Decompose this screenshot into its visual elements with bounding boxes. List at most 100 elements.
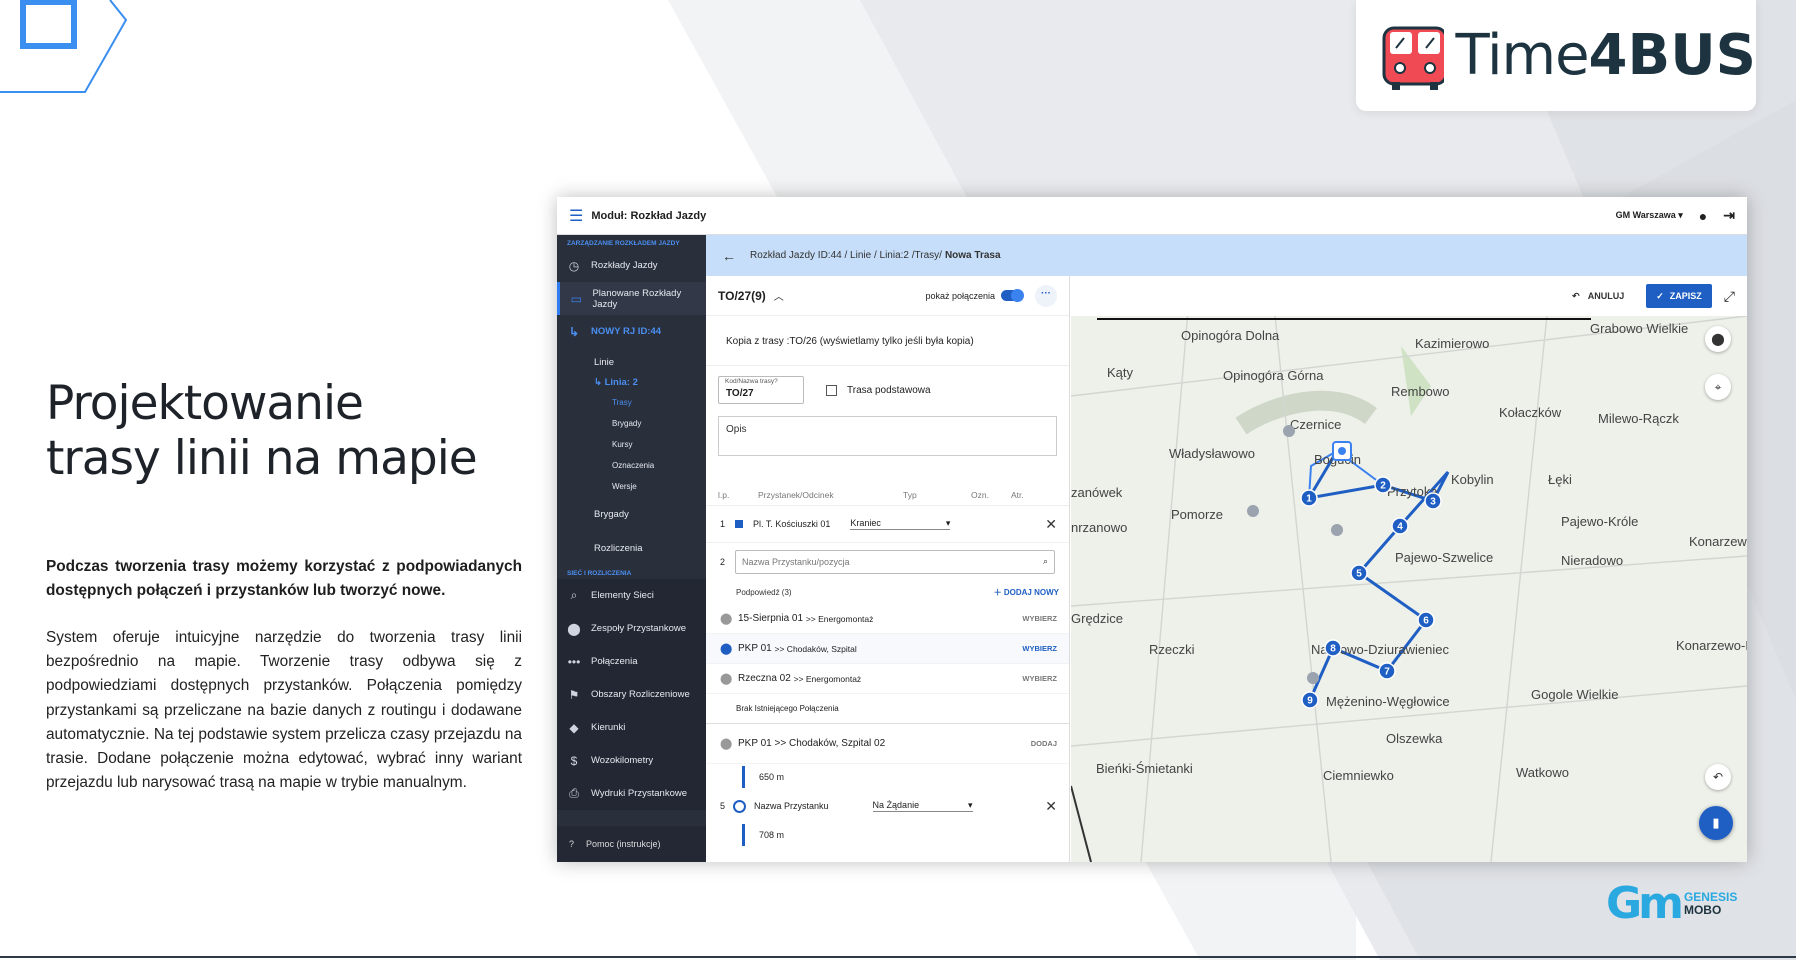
sidebar-item-label: NOWY RJ ID:44	[591, 326, 662, 337]
account-icon[interactable]: ●	[1699, 208, 1707, 224]
map-place-label: nrzanowo	[1071, 520, 1127, 535]
logout-icon[interactable]: ⇥	[1723, 207, 1735, 224]
map-place-label: Opinogóra Górna	[1223, 368, 1324, 383]
undo-button[interactable]: ↶	[1705, 764, 1731, 790]
route-stop-number: 2	[1380, 481, 1386, 492]
map-canvas[interactable]: Opinogóra Dolna Kazimierowo Grabowo Wielki…	[1071, 276, 1747, 862]
menu-icon[interactable]: ☰	[569, 206, 583, 226]
basic-route-checkbox[interactable]	[826, 384, 837, 396]
map-place-label: Olszewka	[1386, 731, 1443, 746]
row-number: 1	[720, 519, 726, 529]
close-icon[interactable]: ✕	[1045, 798, 1057, 815]
suggestion-item[interactable]: ⬤ PKP 01 >> Chodaków, Szpital 02 DODAJ	[706, 724, 1069, 764]
sidebar-item-brygady[interactable]: Brygady	[557, 497, 706, 531]
sidebar-item-rozklady[interactable]: ◷ Rozkłady Jazdy	[557, 249, 706, 282]
sidebar-item-linie[interactable]: Linie	[557, 352, 706, 372]
focus-button[interactable]: ⌖	[1705, 374, 1731, 400]
map-place-label: Opinogóra Dolna	[1181, 328, 1280, 343]
map-place-label: Milewo-Rączk	[1598, 411, 1679, 426]
add-button[interactable]: DODAJ	[1031, 739, 1057, 748]
sidebar-item-planowane[interactable]: ▭ Planowane Rozkłady Jazdy	[557, 282, 706, 315]
stop-type-select[interactable]: Na Żądanie ▾	[872, 800, 973, 812]
description-field[interactable]: Opis	[718, 416, 1057, 456]
stop-type-value: Kraniec	[850, 518, 881, 528]
expand-icon[interactable]: ⤢	[1724, 288, 1735, 305]
suggestion-stop: 15-Sierpnia 01	[738, 613, 804, 624]
map-place-label: Mężenino-Węgłowice	[1326, 694, 1450, 709]
chevron-down-icon: ▾	[968, 800, 973, 810]
chevron-up-icon[interactable]: ︿	[774, 288, 784, 303]
sidebar-item-kierunki[interactable]: ◆ Kierunki	[557, 711, 706, 744]
sidebar-item-nowy[interactable]: ↳ NOWY RJ ID:44	[557, 315, 706, 348]
module-title: Moduł: Rozkład Jazdy	[591, 209, 707, 222]
show-connections-toggle[interactable]	[1001, 289, 1024, 302]
sidebar-item-obszary[interactable]: ⚑ Obszary Rozliczeniowe	[557, 678, 706, 711]
map-place-label: Pomorze	[1171, 507, 1223, 522]
page-title: Projektowanie trasy linii na mapie	[46, 376, 486, 486]
app-screenshot: ☰ Moduł: Rozkład Jazdy GM Warszawa ▾ ● ⇥…	[557, 197, 1747, 862]
sidebar-item-rozliczenia[interactable]: Rozliczenia	[557, 531, 706, 565]
map-layers-button[interactable]: ▮	[1699, 806, 1733, 840]
show-connections-label: pokaż połączenia	[925, 290, 995, 301]
sidebar-item-kursy[interactable]: Kursy	[557, 434, 706, 455]
route-code-field[interactable]: Kod/Nazwa trasy? TO/27	[718, 376, 804, 404]
sidebar-item-oznaczenia[interactable]: Oznaczenia	[557, 455, 706, 476]
sidebar-item-linia2[interactable]: ↳ Linia: 2	[557, 372, 706, 392]
more-icon[interactable]: ···	[1035, 284, 1057, 307]
map-place-label: Kazimierowo	[1415, 336, 1489, 351]
sidebar-item-label: Obszary Rozliczeniowe	[591, 689, 690, 700]
choose-button[interactable]: WYBIERZ	[1022, 614, 1057, 623]
suggestion-item[interactable]: ⬤ 15-Sierpnia 01 >> Energomontaż WYBIERZ	[706, 604, 1069, 634]
table-row: 2 Nazwa Przystanku/pozycja ⌕	[706, 543, 1069, 580]
suggestion-item[interactable]: ⬤ PKP 01 >> Chodaków, Szpital WYBIERZ	[706, 634, 1069, 664]
segment-distance: 650 m	[706, 764, 1069, 790]
sidebar-item-wozokilometry[interactable]: $ Wozokilometry	[557, 744, 706, 777]
sidebar-item-wydruki[interactable]: ⎙ Wydruki Przystankowe	[557, 777, 706, 810]
suggestion-item[interactable]: ⬤ Rzeczna 02 >> Energomontaż WYBIERZ	[706, 664, 1069, 694]
stop-type-select[interactable]: Kraniec ▾	[850, 518, 951, 530]
map-place-label: Rzeczki	[1149, 642, 1195, 657]
stop-search-input[interactable]: Nazwa Przystanku/pozycja ⌕	[735, 549, 1056, 574]
map-place-label: zanówek	[1071, 485, 1123, 500]
sidebar-item-brygady-sub[interactable]: Brygady	[557, 413, 706, 434]
sidebar-item-trasy[interactable]: Trasy	[557, 392, 706, 413]
lead-paragraph: Podczas tworzenia trasy możemy korzystać…	[46, 558, 522, 599]
sidebar-item-elementy[interactable]: ⌕ Elementy Sieci	[557, 579, 706, 612]
sidebar-section-title: ZARZĄDZANIE ROZKŁADEM JAZDY	[567, 240, 680, 247]
print-icon: ⎙	[569, 786, 579, 800]
col-ozn: Ozn.	[971, 489, 989, 500]
suggestion-direction: >> Chodaków, Szpital	[774, 643, 857, 654]
segment-bar	[742, 766, 745, 788]
table-row[interactable]: 1 Pl. T. Kościuszki 01 Kraniec ▾ ✕	[706, 506, 1069, 543]
choose-button[interactable]: WYBIERZ	[1022, 644, 1057, 653]
table-row[interactable]: 5 Nazwa Przystanku Na Żądanie ▾ ✕	[706, 790, 1069, 822]
user-selector[interactable]: GM Warszawa ▾	[1616, 210, 1683, 221]
add-new-button[interactable]: ＋ DODAJ NOWY	[994, 587, 1059, 598]
map-pin-button[interactable]: ⬤	[1705, 326, 1731, 352]
direction-icon: ◆	[569, 720, 579, 735]
map-place-label: Czernice	[1290, 417, 1341, 432]
choose-button[interactable]: WYBIERZ	[1022, 674, 1057, 683]
selected-stop-marker[interactable]	[1332, 441, 1352, 461]
clock-icon: ◷	[568, 258, 580, 273]
back-arrow-icon[interactable]: ←	[722, 248, 736, 264]
user-name: GM Warszawa	[1615, 210, 1676, 220]
close-icon[interactable]: ✕	[1045, 516, 1057, 533]
copy-note: Kopia z trasy :TO/26 (wyświetlamy tylko …	[706, 316, 1069, 366]
sidebar-item-zespoly[interactable]: ⬤ Zespoły Przystankowe	[557, 612, 706, 645]
save-button[interactable]: ✓ ZAPISZ	[1646, 284, 1712, 308]
add-new-label: DODAJ NOWY	[1003, 587, 1059, 597]
breadcrumb-path[interactable]: Rozkład Jazdy ID:44 / Linie / Linia:2 /T…	[750, 250, 942, 261]
stops-table-header: l.p. Przystanek/Odcinek Typ Ozn. Atr.	[706, 484, 1069, 506]
route-stop-number: 8	[1330, 644, 1336, 655]
route-code-label: Kod/Nazwa trasy?	[725, 378, 778, 385]
suggestion-stop: PKP 01	[738, 643, 772, 654]
col-atr: Atr.	[1011, 489, 1024, 500]
route-map[interactable]: Opinogóra Dolna Kazimierowo Grabowo Wielki…	[1071, 276, 1747, 862]
sidebar-item-wersje[interactable]: Wersje	[557, 476, 706, 497]
sidebar-item-pomoc[interactable]: ? Pomoc (instrukcje)	[557, 826, 706, 862]
sidebar-item-polaczenia[interactable]: ••• Połączenia	[557, 645, 706, 678]
cancel-button[interactable]: ↶ ANULUJ	[1562, 284, 1634, 308]
sidebar-item-label: Zespoły Przystankowe	[591, 623, 687, 634]
route-title: TO/27(9)	[718, 288, 766, 303]
